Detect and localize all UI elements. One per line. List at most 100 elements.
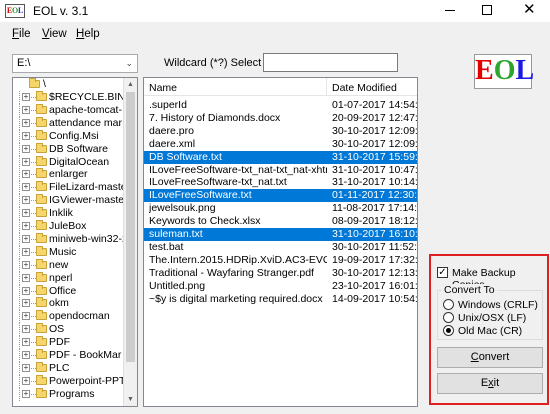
folder-tree[interactable]: \ + $RECYCLE.BIN + apache-tomcat- + attendanc… [12, 77, 138, 407]
maximize-icon[interactable] [482, 5, 492, 15]
file-name: test.bat [149, 240, 184, 253]
tree-item-label: PDF - BookMar [49, 349, 122, 361]
scroll-down-icon[interactable]: ▼ [127, 396, 134, 403]
tree-item[interactable]: + PDF [13, 336, 125, 350]
radio-old-mac-cr[interactable] [443, 325, 454, 336]
expand-icon[interactable]: + [22, 299, 30, 308]
tree-item[interactable]: + DigitalOcean [13, 155, 125, 169]
folder-icon [36, 142, 47, 153]
tree-item[interactable]: + apache-tomcat- [13, 103, 125, 117]
tree-item[interactable]: + attendance mar [13, 116, 125, 130]
expand-icon[interactable]: + [22, 312, 30, 321]
file-row[interactable]: ~$y is digital marketing required.docx 14… [144, 293, 417, 306]
file-date: 11-08-2017 17:14:15 [332, 202, 418, 215]
tree-item-label: new [49, 258, 69, 271]
backup-checkbox[interactable]: ✓ [437, 267, 448, 278]
file-name: ILoveFreeSoftware-txt_nat-txt_nat-xhtml_… [149, 163, 327, 176]
tree-item[interactable]: + enlarger [13, 168, 125, 182]
scroll-thumb[interactable] [126, 92, 135, 362]
expand-icon[interactable]: + [22, 389, 30, 398]
tree-item[interactable]: + Powerpoint-PPT [13, 374, 125, 388]
tree-scrollbar[interactable]: ▲ ▼ [123, 78, 137, 406]
file-row[interactable]: .superId 01-07-2017 14:54:17 [144, 99, 417, 112]
menu-view-label: iew [49, 28, 67, 40]
file-row[interactable]: The.Intern.2015.HDRip.XviD.AC3-EVO.srt 19… [144, 254, 417, 267]
drive-select[interactable]: E:\ ⌄ [12, 54, 138, 73]
tree-item[interactable]: + Office [13, 284, 125, 298]
expand-icon[interactable]: + [22, 209, 30, 218]
tree-item[interactable]: + OS [13, 323, 125, 337]
file-row[interactable]: DB Software.txt 31-10-2017 15:59:25 [144, 150, 417, 164]
menu-help[interactable]: Help [76, 28, 100, 40]
tree-item[interactable]: + nperl [13, 271, 125, 285]
expand-icon[interactable]: + [22, 131, 30, 140]
file-row[interactable]: ILoveFreeSoftware.txt 01-11-2017 12:30:39 [144, 189, 417, 203]
tree-item[interactable]: + Music [13, 245, 125, 259]
expand-icon[interactable]: + [22, 118, 30, 127]
file-row[interactable]: test.bat 30-10-2017 11:52:30 [144, 241, 417, 254]
tree-item[interactable]: + Config.Msi [13, 129, 125, 143]
tree-item[interactable]: + FileLizard-master [13, 181, 130, 195]
exit-button[interactable]: Exit [437, 373, 543, 394]
expand-icon[interactable]: + [22, 183, 30, 192]
title-bar: EOL EOL v. 3.1 ✕ [0, 0, 550, 22]
file-row[interactable]: Traditional - Wayfaring Stranger.pdf 30-1… [144, 267, 417, 280]
tree-item[interactable]: + IGViewer-master [13, 194, 128, 208]
close-icon[interactable]: ✕ [523, 2, 536, 17]
expand-icon[interactable]: + [22, 363, 30, 372]
tree-item[interactable]: + JuleBox [13, 220, 125, 233]
tree-root[interactable]: \ [13, 78, 125, 91]
file-row[interactable]: suleman.txt 31-10-2017 16:10:52 [144, 228, 417, 241]
minimize-icon[interactable] [445, 10, 455, 11]
folder-icon [36, 155, 47, 166]
column-header-name[interactable]: Name [144, 78, 327, 96]
expand-icon[interactable]: + [22, 222, 30, 230]
file-row[interactable]: Untitled.png 23-10-2017 16:01:33 [144, 280, 417, 293]
menu-file[interactable]: File [12, 28, 31, 40]
file-row[interactable]: Keywords to Check.xlsx 08-09-2017 18:12:3… [144, 215, 417, 228]
expand-icon[interactable]: + [22, 260, 30, 269]
file-row[interactable]: daere.pro 30-10-2017 12:09:16 [144, 125, 417, 138]
tree-item[interactable]: + Inklik [13, 207, 125, 221]
tree-item[interactable]: + $RECYCLE.BIN [13, 91, 125, 104]
expand-icon[interactable]: + [22, 196, 30, 205]
convert-button[interactable]: Convert [437, 347, 543, 368]
folder-icon [36, 207, 47, 218]
expand-icon[interactable]: + [22, 376, 30, 385]
file-row[interactable]: daere.xml 30-10-2017 12:09:16 [144, 138, 417, 151]
file-row[interactable]: jewelsouk.png 11-08-2017 17:14:15 [144, 202, 417, 215]
expand-icon[interactable]: + [22, 105, 30, 114]
tree-item[interactable]: + PLC [13, 361, 125, 375]
expand-icon[interactable]: + [22, 247, 30, 256]
expand-icon[interactable]: + [22, 234, 30, 243]
expand-icon[interactable]: + [22, 144, 30, 153]
scroll-up-icon[interactable]: ▲ [127, 81, 134, 88]
expand-icon[interactable]: + [22, 325, 30, 334]
file-date: 30-10-2017 12:09:16 [332, 124, 418, 137]
tree-item[interactable]: + opendocman [13, 310, 125, 324]
wildcard-input[interactable] [263, 53, 398, 72]
radio-windows-crlf[interactable] [443, 299, 454, 310]
file-row[interactable]: ILoveFreeSoftware-txt_nat-txt_nat-xhtml_… [144, 164, 417, 177]
tree-item[interactable]: + new [13, 258, 125, 272]
file-row[interactable]: 7. History of Diamonds.docx 20-09-2017 12… [144, 112, 417, 125]
expand-icon[interactable]: + [22, 286, 30, 295]
expand-icon[interactable]: + [22, 338, 30, 347]
tree-item[interactable]: + Programs [13, 387, 125, 401]
file-list[interactable]: Name Date Modified .superId 01-07-2017 14… [143, 77, 418, 407]
expand-icon[interactable]: + [22, 351, 30, 359]
tree-item[interactable]: + okm [13, 297, 125, 311]
expand-icon[interactable]: + [22, 157, 30, 166]
tree-item[interactable]: + miniweb-win32-2 [13, 232, 128, 246]
column-header-date[interactable]: Date Modified [327, 78, 417, 96]
menu-bar: File View Help [0, 24, 550, 44]
expand-icon[interactable]: + [22, 273, 30, 282]
tree-item[interactable]: + PDF - BookMar [13, 349, 125, 362]
expand-icon[interactable]: + [22, 93, 30, 101]
menu-view[interactable]: View [42, 28, 67, 40]
tree-item[interactable]: + DB Software [13, 142, 125, 156]
radio-unix-lf[interactable] [443, 312, 454, 323]
file-row[interactable]: ILoveFreeSoftware-txt_nat.txt 31-10-2017 … [144, 176, 417, 189]
tree-item-label: PDF [49, 336, 70, 349]
expand-icon[interactable]: + [22, 170, 30, 179]
